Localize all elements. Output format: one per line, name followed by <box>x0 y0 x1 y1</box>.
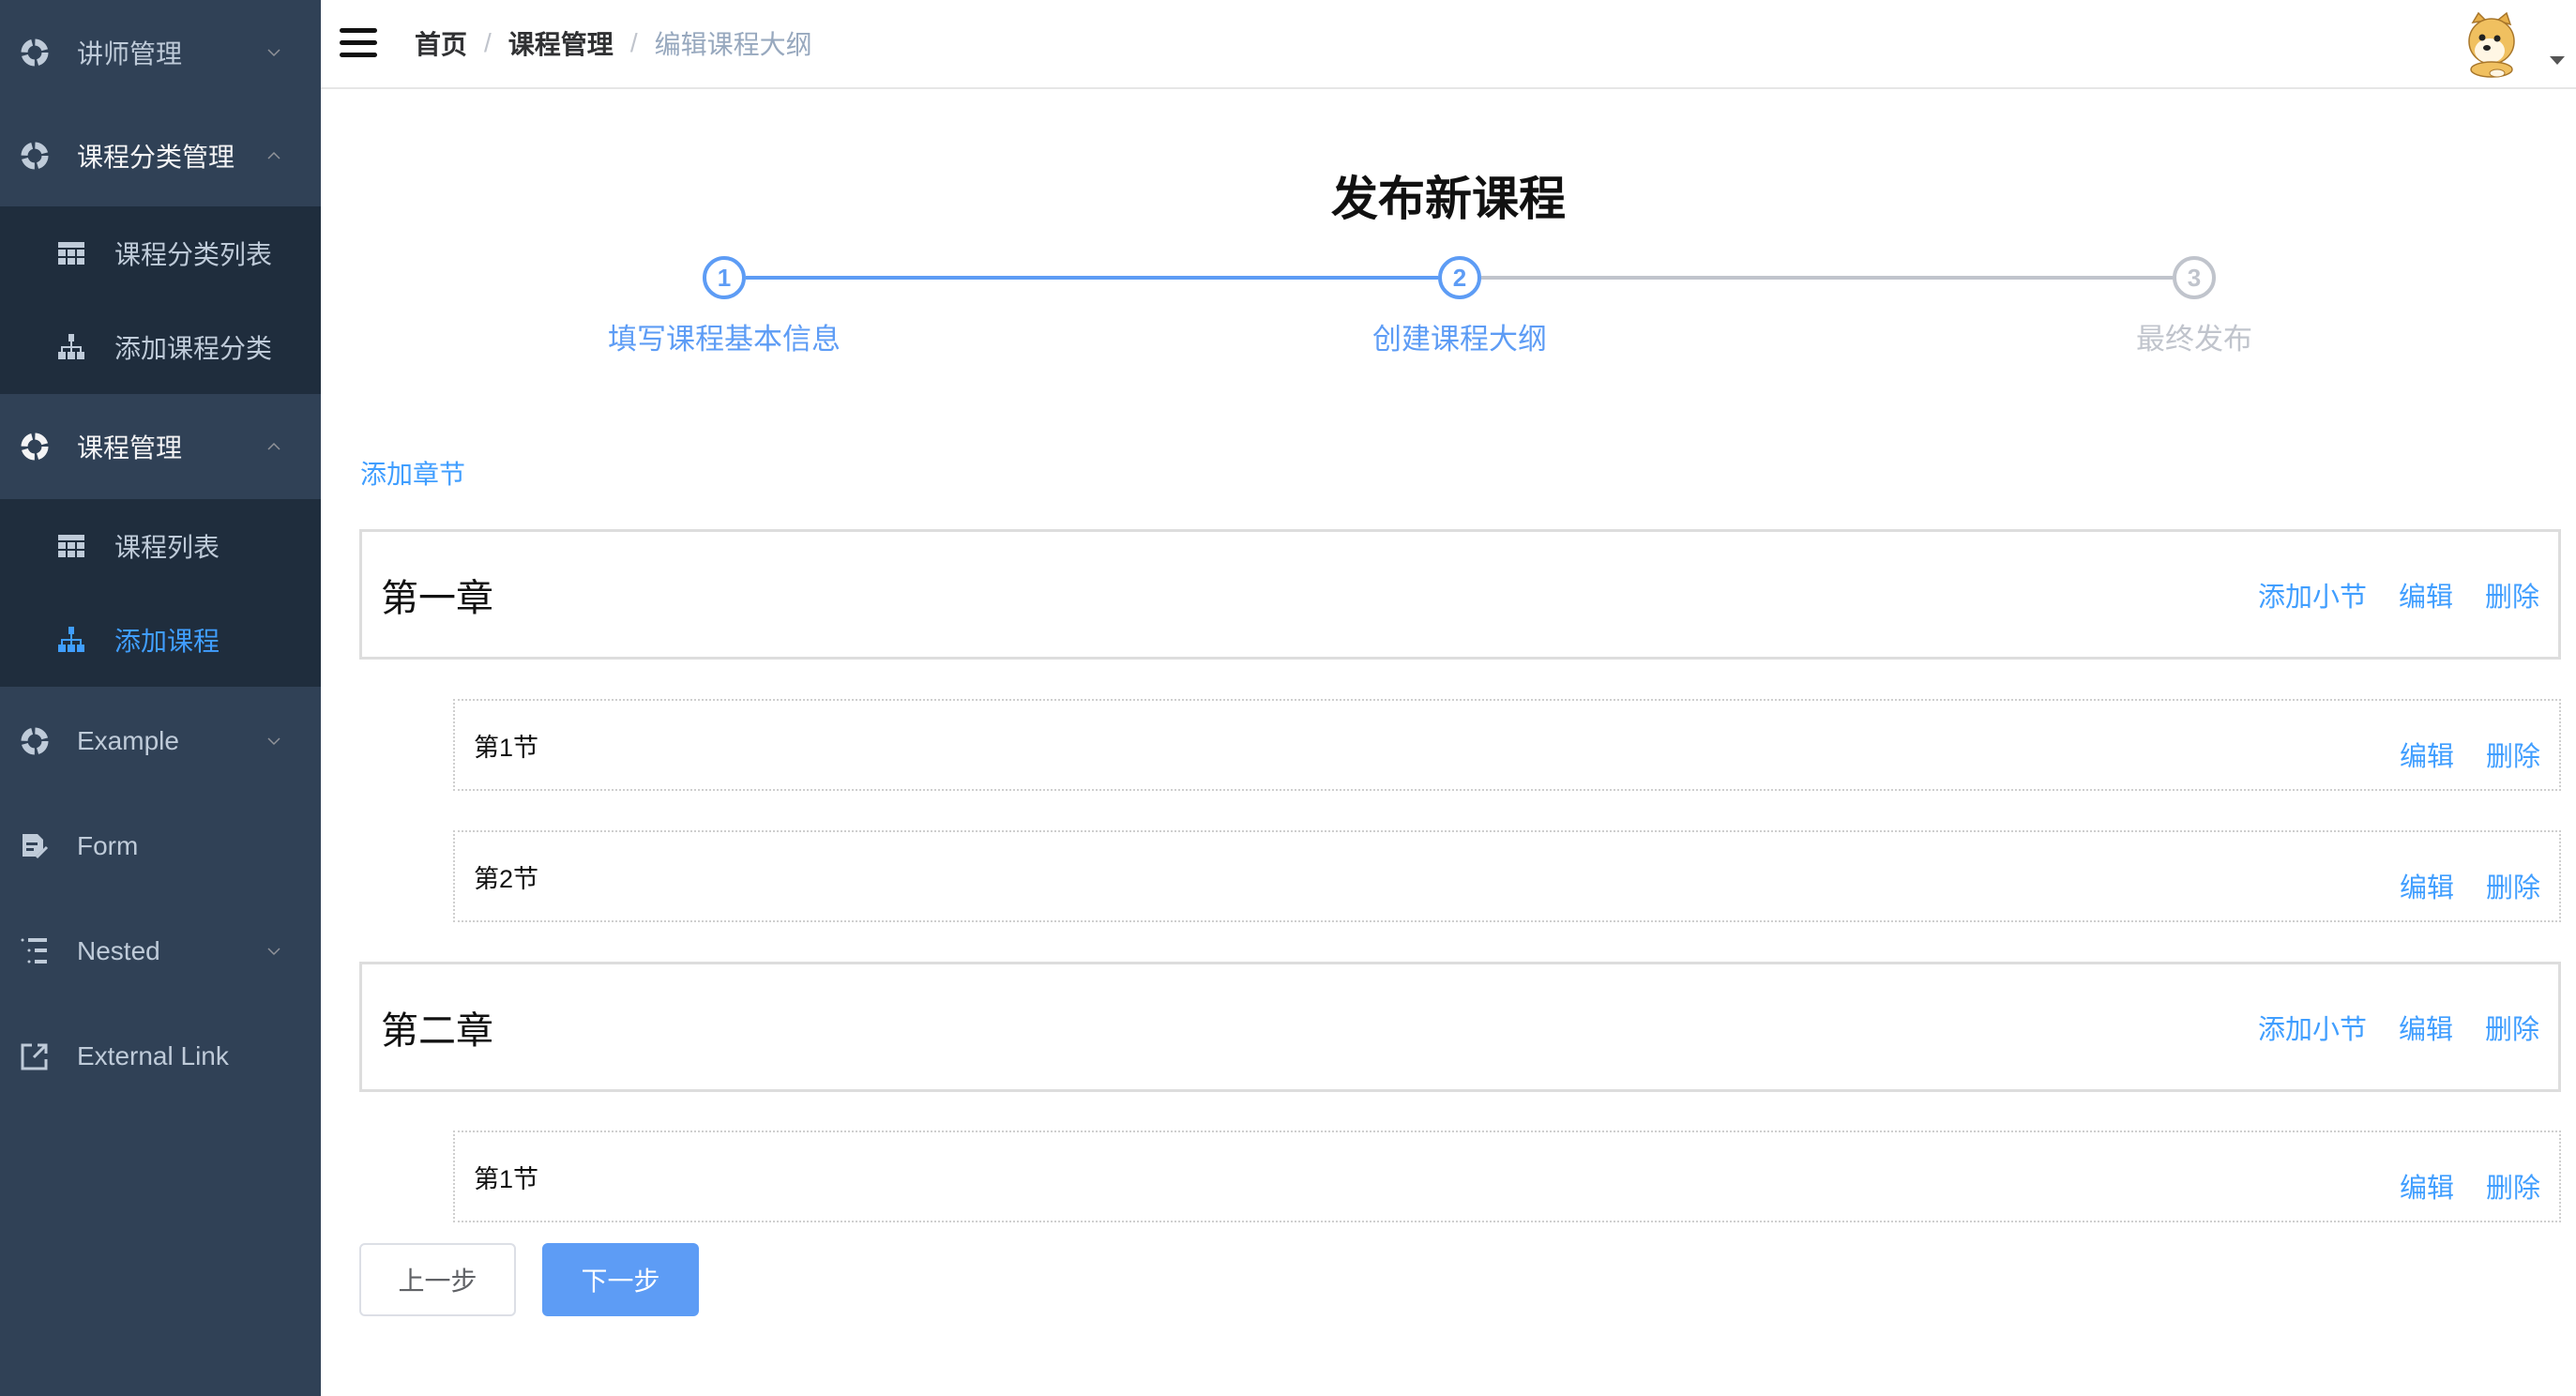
add-section-button[interactable]: 添加小节 <box>2258 1008 2367 1047</box>
navbar: 首页 / 课程管理 / 编辑课程大纲 <box>321 0 2576 89</box>
edit-section-button[interactable]: 编辑 <box>2400 866 2454 905</box>
chapter-item: 第二章 添加小节 编辑 删除 <box>359 962 2561 1092</box>
section-actions: 编辑 删除 <box>2400 735 2540 774</box>
chapter-title: 第二章 <box>381 1009 493 1052</box>
step-2-label: 创建课程大纲 <box>1372 323 1547 356</box>
sidebar-item-form[interactable]: Form <box>0 794 321 899</box>
chapter-item: 第一章 添加小节 编辑 删除 <box>359 529 2561 660</box>
component-icon <box>21 38 49 67</box>
chevron-down-icon <box>267 948 280 956</box>
sidebar-item-label: Example <box>77 726 179 755</box>
step-3-label: 最终发布 <box>2136 323 2252 356</box>
edit-chapter-button[interactable]: 编辑 <box>2399 1008 2453 1047</box>
breadcrumb-current: 编辑课程大纲 <box>654 30 812 59</box>
sidebar: 讲师管理 课程分类管理 课程分类列表 添加课程分类 课程管理 课程列表 添加课程… <box>0 0 321 1396</box>
section-item: 第2节 编辑 删除 <box>453 830 2561 922</box>
step-2-circle: 2 <box>1438 256 1481 299</box>
step-3-circle: 3 <box>2173 256 2216 299</box>
chapter-actions: 添加小节 编辑 删除 <box>2258 964 2539 1089</box>
next-step-button[interactable]: 下一步 <box>542 1243 699 1316</box>
step-connector-2 <box>1481 276 2173 280</box>
chevron-down-icon <box>267 49 280 57</box>
steps: 1 2 3 填写课程基本信息 创建课程大纲 最终发布 <box>321 246 2576 358</box>
sidebar-item-label: 讲师管理 <box>77 39 183 68</box>
breadcrumb: 首页 / 课程管理 / 编辑课程大纲 <box>415 0 812 86</box>
sidebar-item-label: 课程管理 <box>77 433 183 463</box>
step-connector-1 <box>746 276 1438 280</box>
table-icon <box>58 242 84 265</box>
avatar[interactable] <box>2456 9 2527 81</box>
hamburger-icon[interactable] <box>340 28 377 58</box>
chevron-up-icon <box>267 442 280 450</box>
caret-down-icon[interactable] <box>2550 56 2565 65</box>
edit-section-button[interactable]: 编辑 <box>2400 735 2454 774</box>
section-title: 第1节 <box>474 1165 539 1193</box>
sidebar-item-external-link[interactable]: External Link <box>0 1004 321 1109</box>
breadcrumb-course-management[interactable]: 课程管理 <box>508 24 614 62</box>
delete-section-button[interactable]: 删除 <box>2486 1166 2540 1206</box>
previous-step-button[interactable]: 上一步 <box>359 1243 516 1316</box>
sidebar-item-category-list[interactable]: 课程分类列表 <box>0 206 321 300</box>
sidebar-item-label: 课程列表 <box>114 533 220 562</box>
form-icon <box>21 832 49 860</box>
delete-chapter-button[interactable]: 删除 <box>2485 1008 2539 1047</box>
chevron-up-icon <box>267 151 280 159</box>
sidebar-item-example[interactable]: Example <box>0 689 321 794</box>
section-item: 第1节 编辑 删除 <box>453 699 2561 791</box>
sidebar-item-label: Form <box>77 831 139 860</box>
tree-icon <box>58 334 84 359</box>
component-icon <box>21 727 49 755</box>
sidebar-item-course-management[interactable]: 课程管理 <box>0 394 321 499</box>
add-chapter-button[interactable]: 添加章节 <box>360 454 465 492</box>
chapter-actions: 添加小节 编辑 删除 <box>2258 532 2539 657</box>
sidebar-item-label: 添加课程分类 <box>114 334 273 363</box>
chapter-title: 第一章 <box>381 577 493 619</box>
sidebar-item-teacher-management[interactable]: 讲师管理 <box>0 0 321 105</box>
add-section-button[interactable]: 添加小节 <box>2258 575 2367 615</box>
component-icon <box>21 432 49 461</box>
step-1-circle: 1 <box>703 256 746 299</box>
delete-chapter-button[interactable]: 删除 <box>2485 575 2539 615</box>
breadcrumb-separator: / <box>484 28 492 57</box>
sidebar-item-add-category[interactable]: 添加课程分类 <box>0 300 321 394</box>
delete-section-button[interactable]: 删除 <box>2486 866 2540 905</box>
sidebar-item-label: 课程分类管理 <box>77 143 235 172</box>
section-title: 第1节 <box>474 734 539 762</box>
sidebar-item-nested[interactable]: Nested <box>0 899 321 1004</box>
breadcrumb-home[interactable]: 首页 <box>415 24 467 62</box>
link-icon <box>21 1042 49 1070</box>
component-icon <box>21 142 49 170</box>
nested-icon <box>21 937 49 965</box>
step-1-label: 填写课程基本信息 <box>608 323 841 356</box>
sidebar-item-label: Nested <box>77 936 160 965</box>
sidebar-item-label: 添加课程 <box>114 627 220 656</box>
section-actions: 编辑 删除 <box>2400 1166 2540 1206</box>
edit-chapter-button[interactable]: 编辑 <box>2399 575 2453 615</box>
submenu-category: 课程分类列表 添加课程分类 <box>0 206 321 394</box>
submenu-course: 课程列表 添加课程 <box>0 499 321 687</box>
sidebar-item-add-course[interactable]: 添加课程 <box>0 593 321 687</box>
breadcrumb-separator: / <box>629 28 638 57</box>
tree-icon <box>58 627 84 652</box>
edit-section-button[interactable]: 编辑 <box>2400 1166 2454 1206</box>
table-icon <box>58 535 84 557</box>
sidebar-item-course-list[interactable]: 课程列表 <box>0 499 321 593</box>
page-title: 发布新课程 <box>1331 173 1566 225</box>
section-title: 第2节 <box>474 865 539 893</box>
sidebar-item-label: 课程分类列表 <box>114 240 273 269</box>
chevron-down-icon <box>267 737 280 746</box>
section-item: 第1节 编辑 删除 <box>453 1130 2561 1222</box>
section-actions: 编辑 删除 <box>2400 866 2540 905</box>
delete-section-button[interactable]: 删除 <box>2486 735 2540 774</box>
sidebar-item-category-management[interactable]: 课程分类管理 <box>0 103 321 208</box>
sidebar-item-label: External Link <box>77 1041 229 1070</box>
